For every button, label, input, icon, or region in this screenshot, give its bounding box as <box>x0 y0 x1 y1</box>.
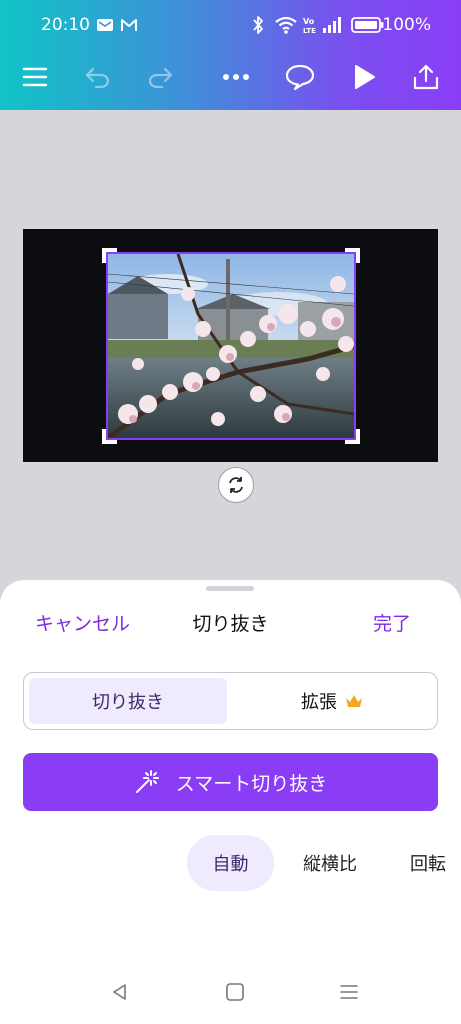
cropped-photo[interactable] <box>106 252 356 440</box>
bluetooth-icon <box>252 14 264 36</box>
crown-icon <box>345 694 363 708</box>
top-bar: 20:10 Vo LTE 100% <box>0 0 461 110</box>
tab-rotate-label: 回転 <box>410 854 446 875</box>
play-icon[interactable] <box>346 59 382 95</box>
undo-icon[interactable] <box>80 59 116 95</box>
smart-crop-label: スマート切り抜き <box>175 772 328 795</box>
mail-notification-icon <box>96 14 114 36</box>
back-icon[interactable] <box>107 979 133 1005</box>
status-bar: 20:10 Vo LTE 100% <box>0 0 461 52</box>
tab-auto[interactable]: 自動 <box>187 835 274 891</box>
tab-auto-label: 自動 <box>212 854 249 875</box>
redo-icon[interactable] <box>142 59 178 95</box>
comment-icon[interactable] <box>282 59 318 95</box>
crop-handle-top-left[interactable] <box>102 248 118 264</box>
tab-rotate[interactable]: 回転 <box>400 835 461 891</box>
signal-icon <box>322 14 344 36</box>
cancel-button[interactable]: キャンセル <box>35 609 130 636</box>
share-icon[interactable] <box>408 59 444 95</box>
sheet-header: 切り抜き キャンセル 完了 <box>0 606 461 636</box>
battery-percentage: 100% <box>382 15 431 35</box>
rotate-icon <box>229 477 243 493</box>
tab-aspect-ratio-label: 縦横比 <box>303 854 357 875</box>
smart-crop-button[interactable]: スマート切り抜き <box>23 753 438 811</box>
crop-handle-bottom-right[interactable] <box>344 428 360 444</box>
crop-mode-segment: 切り抜き 拡張 <box>23 672 438 730</box>
segment-expand[interactable]: 拡張 <box>232 678 432 724</box>
done-button[interactable]: 完了 <box>373 609 411 636</box>
gmail-icon <box>120 14 138 36</box>
sparkle-icon <box>134 769 160 795</box>
cherry-blossom-photo <box>108 254 354 438</box>
segment-crop[interactable]: 切り抜き <box>29 678 227 724</box>
volte-icon: Vo LTE <box>302 14 318 36</box>
sheet-drag-handle[interactable] <box>206 586 254 591</box>
tab-aspect-ratio[interactable]: 縦横比 <box>290 835 370 891</box>
crop-bottom-sheet: 切り抜き キャンセル 完了 切り抜き 拡張 スマート切り抜き 自動 縦横比 回転 <box>0 580 461 1024</box>
system-nav-bar <box>0 970 461 1014</box>
wifi-icon <box>274 14 298 36</box>
segment-crop-label: 切り抜き <box>92 692 164 713</box>
home-icon[interactable] <box>222 979 248 1005</box>
svg-text:LTE: LTE <box>303 27 316 35</box>
more-icon[interactable] <box>218 59 254 95</box>
svg-text:Vo: Vo <box>303 17 315 26</box>
recents-icon[interactable] <box>336 979 362 1005</box>
segment-expand-label: 拡張 <box>301 692 337 713</box>
menu-icon[interactable] <box>17 59 53 95</box>
editor-toolbar <box>0 52 461 102</box>
crop-handle-top-right[interactable] <box>344 248 360 264</box>
rotate-button[interactable] <box>218 467 254 503</box>
status-time: 20:10 <box>41 15 90 35</box>
battery-icon <box>351 14 385 36</box>
crop-handle-bottom-left[interactable] <box>102 428 118 444</box>
